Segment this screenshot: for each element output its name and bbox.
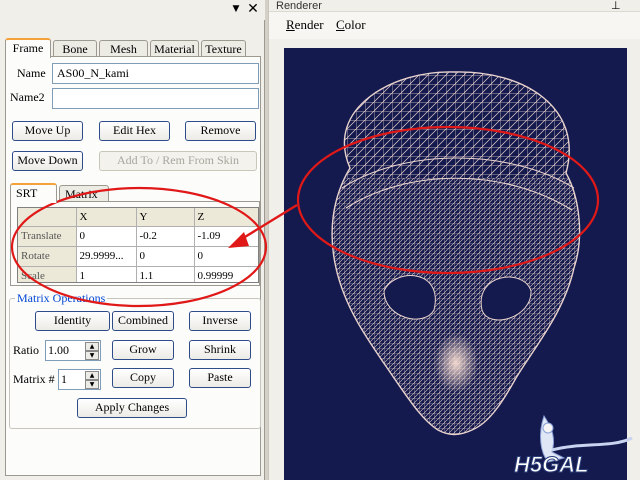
- rotate-y-cell[interactable]: 0: [136, 246, 195, 267]
- move-down-button[interactable]: Move Down: [12, 151, 83, 171]
- srt-grid[interactable]: X Y Z Translate 0 -0.2 -1.09 Rotate 29.9…: [17, 207, 259, 283]
- move-up-button[interactable]: Move Up: [12, 121, 83, 141]
- apply-changes-button[interactable]: Apply Changes: [77, 398, 187, 418]
- copy-button[interactable]: Copy: [112, 368, 174, 388]
- panel-titlebar: ▼ ✕: [0, 0, 265, 20]
- spin-up-icon[interactable]: ▲: [85, 371, 99, 380]
- matrix-number-value: 1: [61, 372, 67, 386]
- grid-header-row: X Y Z: [18, 208, 258, 227]
- close-icon[interactable]: ✕: [245, 1, 261, 17]
- menu-render-mnemonic: R: [286, 17, 295, 32]
- grow-button[interactable]: Grow: [112, 340, 174, 360]
- name2-label: Name2: [10, 90, 45, 104]
- properties-panel: ▼ ✕ Frame Bone Mesh Material Texture Nam…: [0, 0, 265, 480]
- row-header-scale: Scale: [18, 266, 77, 282]
- row-header-translate: Translate: [18, 226, 77, 247]
- identity-button[interactable]: Identity: [35, 311, 110, 331]
- rotate-z-cell[interactable]: 0: [194, 246, 258, 267]
- menu-render-rest: ender: [294, 17, 324, 32]
- tab-srt[interactable]: SRT: [10, 183, 57, 203]
- translate-z-cell[interactable]: -1.09: [194, 226, 258, 247]
- inverse-button[interactable]: Inverse: [189, 311, 251, 331]
- ratio-label: Ratio: [13, 343, 39, 357]
- grid-corner-cell: [18, 208, 77, 227]
- shrink-button[interactable]: Shrink: [189, 340, 251, 360]
- name-field[interactable]: [52, 63, 259, 84]
- spin-up-icon[interactable]: ▲: [85, 342, 99, 351]
- column-header-y[interactable]: Y: [136, 208, 195, 227]
- watermark-logo: H5GAL: [512, 408, 640, 480]
- dropdown-icon[interactable]: ▼: [228, 1, 244, 17]
- table-row: Rotate 29.9999... 0 0: [18, 246, 258, 267]
- row-header-rotate: Rotate: [18, 246, 77, 267]
- column-header-z[interactable]: Z: [194, 208, 258, 227]
- menu-color-rest: olor: [344, 17, 366, 32]
- combined-button[interactable]: Combined: [112, 311, 174, 331]
- menu-color[interactable]: Color: [336, 17, 366, 33]
- translate-y-cell[interactable]: -0.2: [136, 226, 195, 247]
- spin-down-icon[interactable]: ▼: [85, 380, 99, 389]
- watermark-text: H5GAL: [514, 452, 589, 477]
- edit-hex-button[interactable]: Edit Hex: [99, 121, 170, 141]
- rotate-x-cell[interactable]: 29.9999...: [76, 246, 137, 267]
- ratio-stepper[interactable]: 1.00 ▲ ▼: [45, 340, 101, 361]
- spin-down-icon[interactable]: ▼: [85, 351, 99, 360]
- name2-field[interactable]: [52, 88, 259, 109]
- scale-y-cell[interactable]: 1.1: [136, 266, 195, 282]
- renderer-menubar: Render Color: [269, 11, 640, 39]
- scale-x-cell[interactable]: 1: [76, 266, 137, 282]
- add-to-skin-button[interactable]: Add To / Rem From Skin: [99, 151, 257, 171]
- matrix-number-label: Matrix #: [13, 372, 55, 386]
- watermark-mascot-icon: H5GAL: [514, 414, 633, 478]
- scale-z-cell[interactable]: 0.99999: [194, 266, 258, 282]
- table-row: Scale 1 1.1 0.99999: [18, 266, 258, 282]
- remove-button[interactable]: Remove: [185, 121, 256, 141]
- paste-button[interactable]: Paste: [189, 368, 251, 388]
- menu-color-mnemonic: C: [336, 17, 345, 32]
- column-header-x[interactable]: X: [76, 208, 137, 227]
- matrix-operations-title: Matrix Operations: [15, 291, 108, 306]
- menu-render[interactable]: Render: [286, 17, 324, 33]
- ratio-value: 1.00: [48, 343, 69, 357]
- translate-x-cell[interactable]: 0: [76, 226, 137, 247]
- matrix-number-stepper[interactable]: 1 ▲ ▼: [58, 369, 101, 390]
- table-row: Translate 0 -0.2 -1.09: [18, 226, 258, 247]
- tab-frame[interactable]: Frame: [5, 38, 51, 58]
- name-label: Name: [17, 66, 46, 80]
